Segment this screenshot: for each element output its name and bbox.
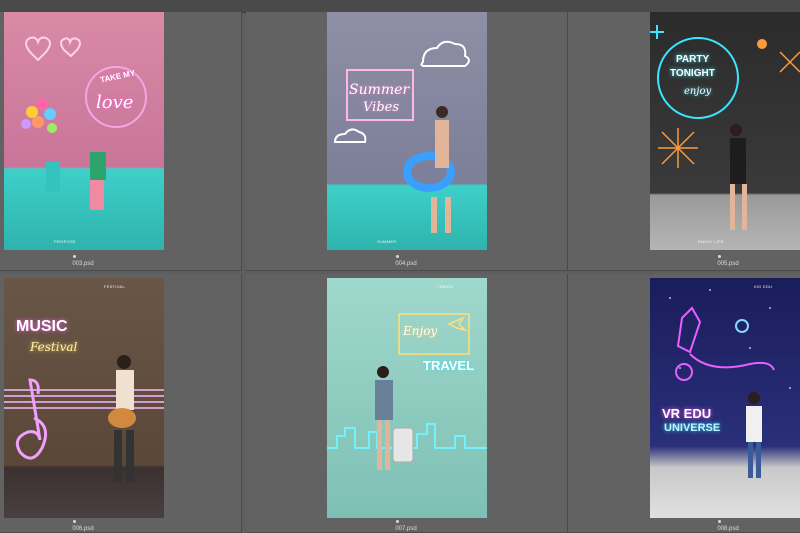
thumbnail-grid: TAKE MY love PROPOSE 003.psd Summer Vibe… — [0, 12, 800, 533]
caption-004: SUMMER — [377, 239, 397, 244]
neon-main-003: love — [96, 92, 134, 113]
caption-007: TRAVEL — [437, 284, 455, 289]
travel-artwork — [327, 313, 487, 470]
thumbnail-cell-007[interactable]: Enjoy TRAVEL TRAVEL 007.psd — [246, 274, 568, 533]
caption-008: KID EDU — [754, 284, 773, 289]
thumbnail-cell-008[interactable]: VR EDU UNIVERSE KID EDU 008.psd — [568, 274, 800, 533]
thumbnail-image-003[interactable]: TAKE MY love PROPOSE — [4, 12, 164, 250]
neon-main-006: Festival — [30, 340, 78, 354]
file-name-003[interactable]: 003.psd — [53, 261, 113, 267]
thumbnail-cell-006[interactable]: MUSIC Festival FESTIVAL 006.psd — [0, 274, 242, 533]
neon-top-006: MUSIC — [16, 318, 68, 335]
thumbnail-image-004[interactable]: Summer Vibes SUMMER — [327, 12, 487, 250]
neon-main-007: TRAVEL — [423, 358, 475, 373]
space-artwork — [669, 289, 791, 478]
file-name-004[interactable]: 004.psd — [376, 261, 436, 267]
file-name-005[interactable]: 005.psd — [698, 261, 758, 267]
caption-006: FESTIVAL — [104, 284, 125, 289]
file-name-006[interactable]: 006.psd — [53, 526, 113, 532]
caption-005: ENJOY LIFE — [698, 239, 724, 244]
neon-top-005: PARTY — [676, 54, 710, 65]
status-dot-004 — [396, 255, 399, 258]
file-name-008[interactable]: 008.psd — [698, 526, 758, 532]
party-artwork — [650, 25, 800, 230]
thumbnail-image-006[interactable]: MUSIC Festival FESTIVAL — [4, 278, 164, 518]
thumbnail-image-007[interactable]: Enjoy TRAVEL TRAVEL — [327, 278, 487, 518]
neon-main-008: UNIVERSE — [664, 422, 721, 434]
neon-top-008: VR EDU — [662, 406, 712, 421]
caption-003: PROPOSE — [54, 239, 76, 244]
thumbnail-image-008[interactable]: VR EDU UNIVERSE KID EDU — [650, 278, 800, 518]
status-dot-005 — [718, 255, 721, 258]
neon-top-007: Enjoy — [403, 324, 438, 338]
file-name-007[interactable]: 007.psd — [376, 526, 436, 532]
status-dot-003 — [73, 255, 76, 258]
status-dot-006 — [73, 520, 76, 523]
thumbnail-image-005[interactable]: PARTY TONIGHT enjoy ENJOY LIFE — [650, 12, 800, 250]
music-artwork — [4, 355, 164, 482]
status-dot-007 — [396, 520, 399, 523]
neon-main-005: enjoy — [684, 86, 712, 97]
neon-top-004: Summer — [349, 82, 410, 98]
thumbnail-cell-004[interactable]: Summer Vibes SUMMER 004.psd — [246, 12, 568, 271]
status-dot-008 — [718, 520, 721, 523]
summer-artwork — [333, 40, 470, 233]
neon-mid-005: TONIGHT — [670, 68, 715, 79]
propose-artwork — [21, 36, 147, 210]
thumbnail-cell-005[interactable]: PARTY TONIGHT enjoy ENJOY LIFE 005.psd — [568, 12, 800, 271]
neon-main-004: Vibes — [363, 100, 400, 115]
thumbnail-cell-003[interactable]: TAKE MY love PROPOSE 003.psd — [0, 12, 242, 271]
